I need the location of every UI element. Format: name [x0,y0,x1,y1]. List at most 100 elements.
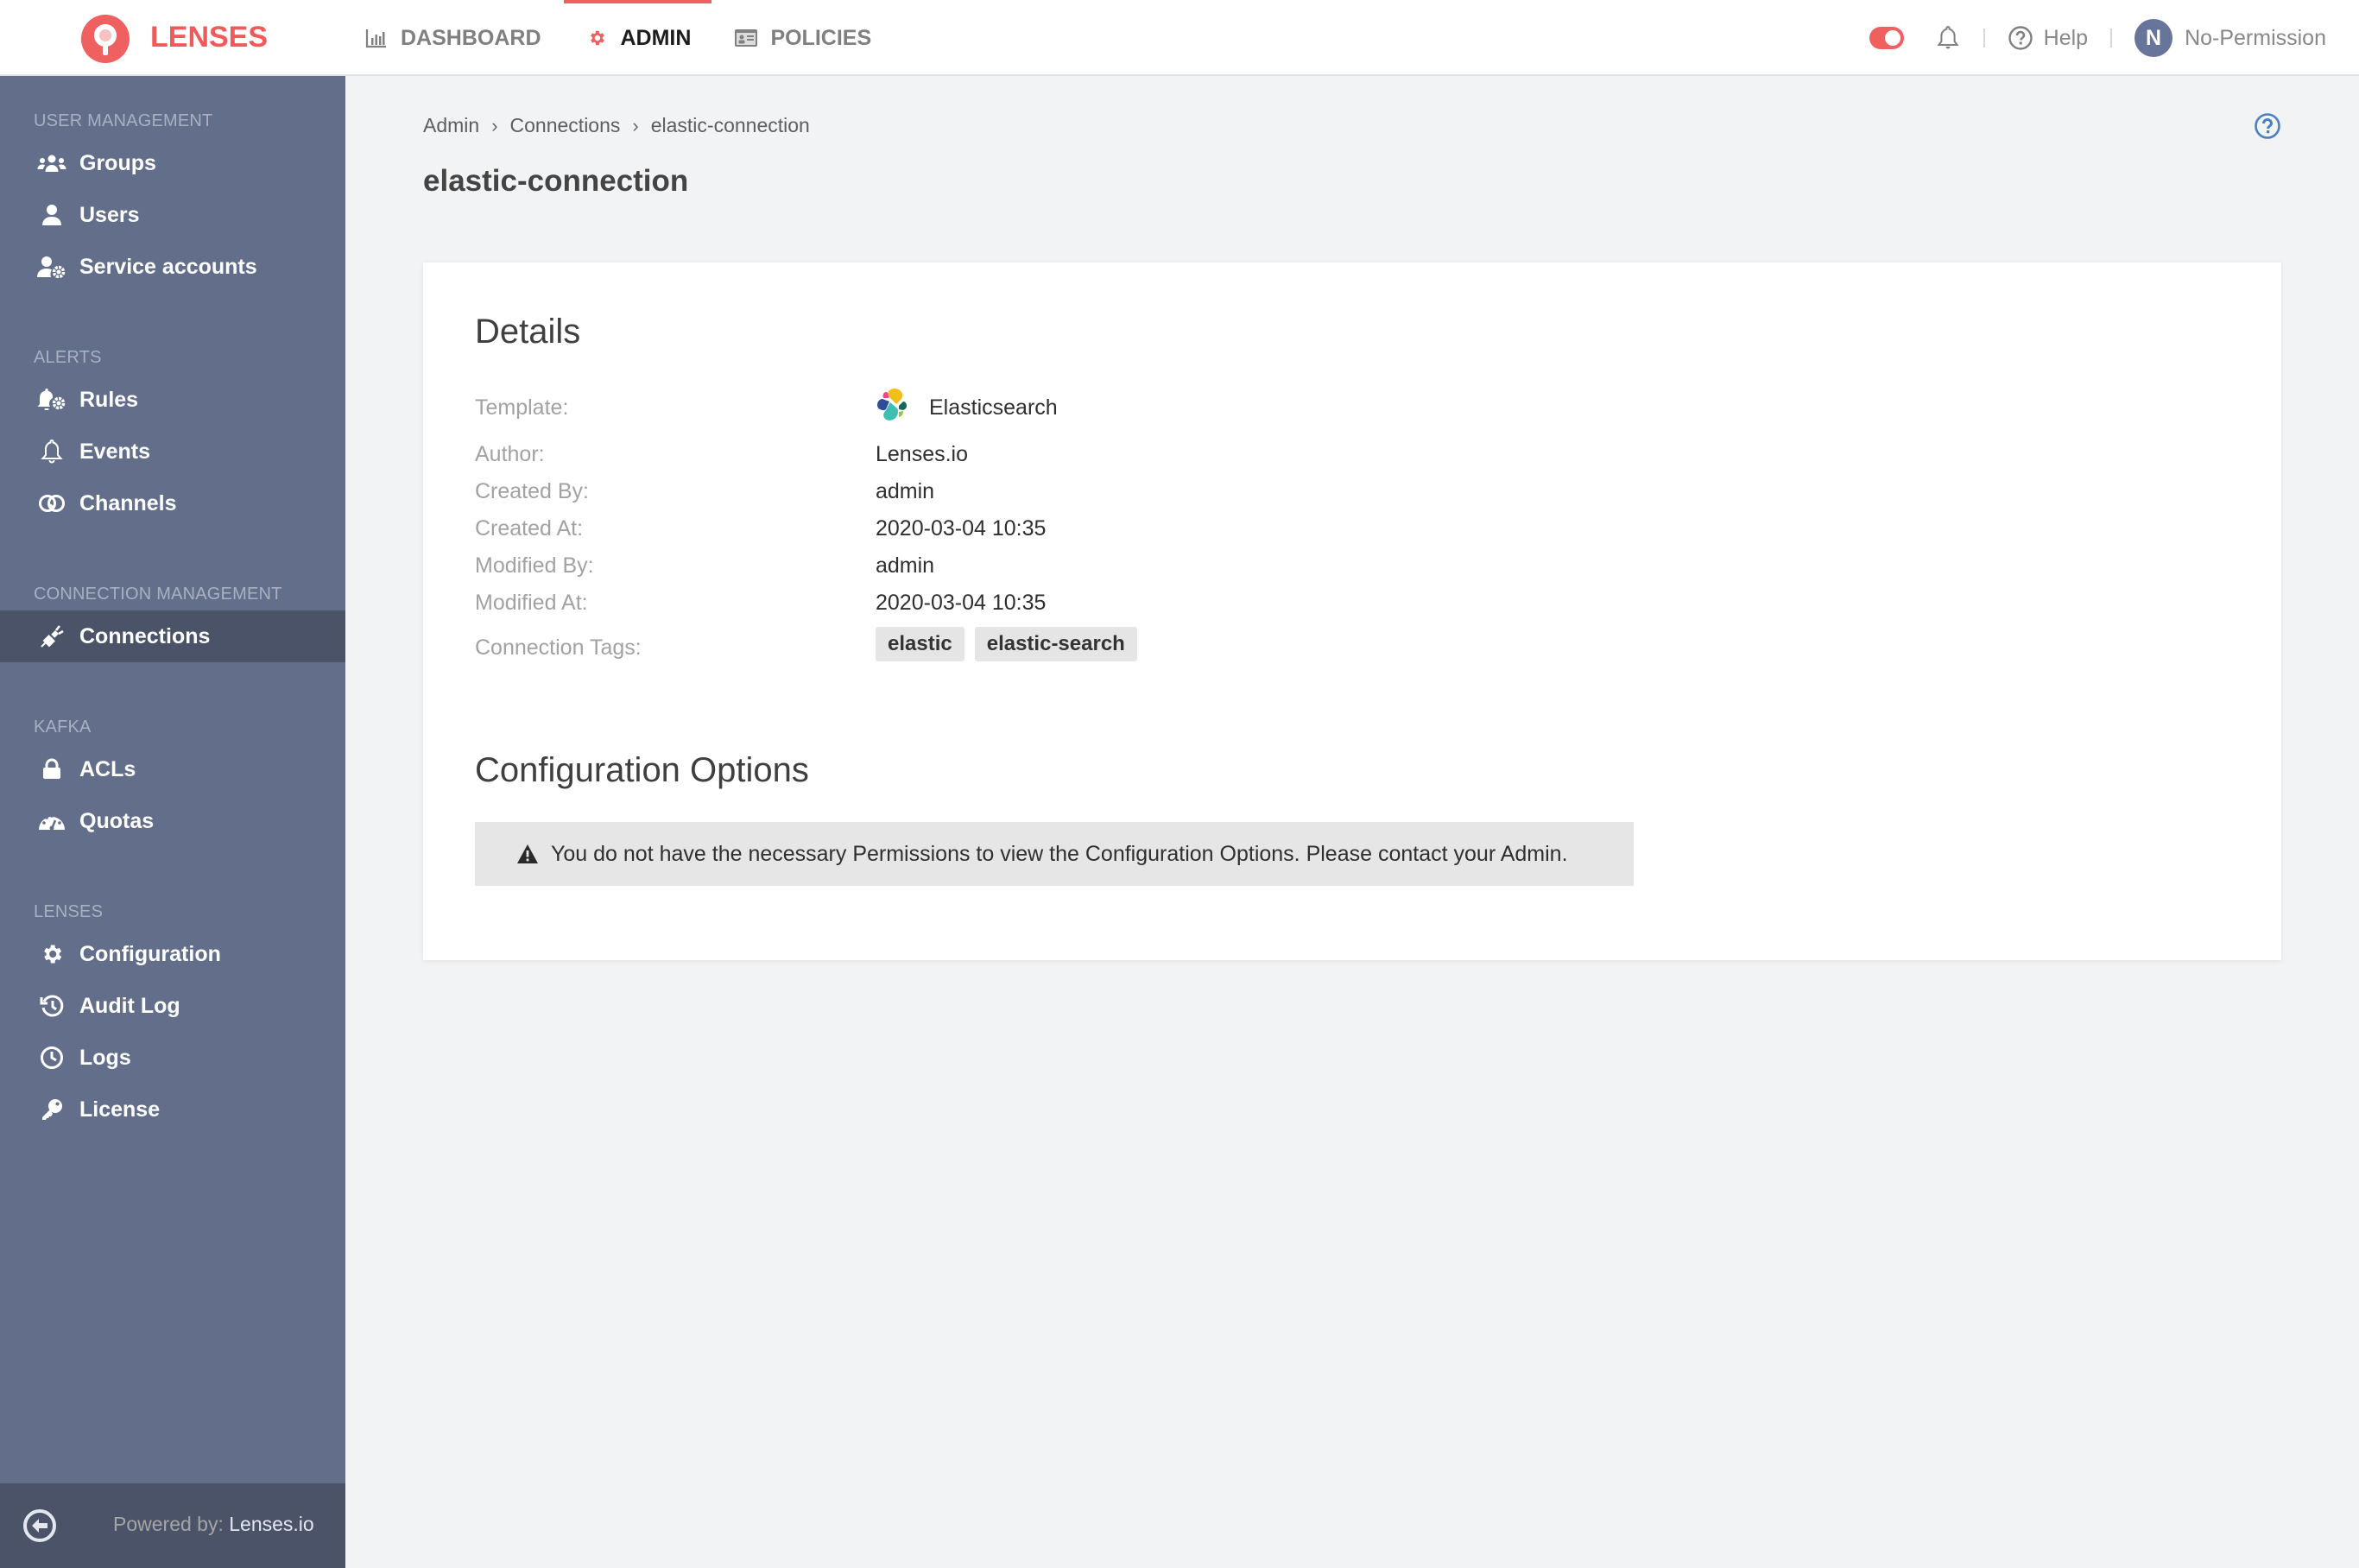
sidebar-item-connections[interactable]: Connections [0,610,345,662]
detail-label: Created By: [475,478,590,503]
sidebar-item-channels[interactable]: Channels [0,477,345,529]
user-icon [36,199,67,231]
nav-admin-label: ADMIN [620,25,692,50]
bell-icon [36,436,67,467]
nav-dashboard[interactable]: DASHBOARD [364,0,541,76]
detail-value: 2020-03-04 10:35 [876,515,1047,541]
warning-icon [517,844,538,863]
sidebar-item-quotas[interactable]: Quotas [0,795,345,847]
sidebar-item-license[interactable]: License [0,1084,345,1135]
template-name: Elasticsearch [929,395,1058,420]
powered-by-name[interactable]: Lenses.io [229,1513,313,1535]
divider [2110,28,2113,47]
breadcrumb-connections[interactable]: Connections [510,114,621,137]
id-card-icon [734,26,758,50]
question-circle-icon[interactable] [2254,112,2281,140]
user-menu[interactable]: N No-Permission [2134,19,2326,57]
tag-chip[interactable]: elastic-search [974,627,1137,661]
top-header: LENSES DASHBOARD ADMIN POLICIES Help N N… [0,0,2359,76]
connection-details-card: Details Template: Elasticsearch Author: … [423,262,2281,960]
sidebar-item-label: Quotas [79,808,155,833]
sidebar-item-logs[interactable]: Logs [0,1032,345,1084]
sidebar-item-configuration[interactable]: Configuration [0,928,345,980]
detail-row-author: Author: Lenses.io [475,437,968,471]
sidebar-item-service-accounts[interactable]: Service accounts [0,241,345,293]
detail-label: Author: [475,441,545,466]
detail-row-modified-by: Modified By: admin [475,548,934,583]
sidebar-section-title: LENSES [34,902,104,921]
sidebar-item-label: Users [79,202,140,227]
detail-row-created-by: Created By: admin [475,474,934,509]
detail-value: 2020-03-04 10:35 [876,590,1047,615]
sidebar-item-label: Rules [79,387,139,412]
help-label: Help [2043,25,2089,50]
config-heading: Configuration Options [475,751,809,789]
nav-policies-label: POLICIES [770,25,872,50]
sidebar-section-kafka: KAFKA ACLs Quotas [0,712,345,847]
sidebar-section-title: USER MANAGEMENT [34,111,213,130]
sidebar-item-acls[interactable]: ACLs [0,743,345,795]
detail-value: admin [876,478,935,503]
sidebar-item-users[interactable]: Users [0,189,345,241]
sidebar-item-label: Configuration [79,941,221,966]
avatar: N [2134,19,2173,57]
gauge-icon [36,806,67,837]
details-heading: Details [475,313,581,351]
detail-row-template: Template: Elasticsearch [475,389,1058,425]
sidebar-footer: Powered by: Lenses.io [0,1483,345,1568]
bar-chart-icon [364,26,389,50]
sidebar-item-label: Service accounts [79,254,257,279]
detail-value: Lenses.io [876,441,969,466]
sidebar-section-title: KAFKA [34,718,92,737]
key-icon [36,1094,67,1125]
history-icon [36,990,67,1021]
clock-icon [36,1042,67,1073]
detail-row-created-at: Created At: 2020-03-04 10:35 [475,511,1046,546]
elasticsearch-logo-icon [877,389,907,420]
nav-admin[interactable]: ADMIN [563,0,712,76]
tag-chip[interactable]: elastic [876,627,964,661]
detail-label: Template: [475,395,569,420]
user-gear-icon [36,251,67,282]
collapse-sidebar-icon[interactable] [22,1508,57,1543]
sidebar-item-label: Logs [79,1045,131,1070]
page-title: elastic-connection [423,164,689,198]
powered-by: Powered by: Lenses.io [113,1513,314,1536]
breadcrumb: Admin › Connections › elastic-connection [423,114,810,137]
sidebar-item-label: Audit Log [79,993,180,1018]
user-name: No-Permission [2185,25,2326,50]
permission-alert-text: You do not have the necessary Permission… [551,841,1568,866]
question-circle-icon [2008,26,2033,50]
nav-policies[interactable]: POLICIES [734,0,871,76]
detail-label: Modified By: [475,553,594,578]
breadcrumb-admin[interactable]: Admin [423,114,479,137]
users-icon [36,148,67,179]
detail-label: Created At: [475,515,584,541]
bell-icon[interactable] [1935,24,1961,52]
theme-toggle[interactable] [1869,27,1904,49]
detail-label: Connection Tags: [475,635,642,660]
sidebar-item-events[interactable]: Events [0,426,345,477]
help-link[interactable]: Help [2008,25,2088,51]
sidebar-section-title: CONNECTION MANAGEMENT [34,585,282,604]
gear-icon [585,26,609,50]
sidebar-section-title: ALERTS [34,348,102,367]
sidebar-item-label: License [79,1097,161,1122]
gear-icon [36,939,67,970]
sidebar-item-rules[interactable]: Rules [0,374,345,426]
sidebar: USER MANAGEMENT Groups Users Service acc… [0,76,345,1568]
sidebar-item-label: Connections [79,623,211,648]
channels-icon [36,488,67,519]
detail-row-modified-at: Modified At: 2020-03-04 10:35 [475,585,1046,620]
sidebar-item-groups[interactable]: Groups [0,137,345,189]
detail-label: Modified At: [475,590,588,615]
nav-dashboard-label: DASHBOARD [401,25,541,50]
sidebar-item-audit-log[interactable]: Audit Log [0,980,345,1032]
chevron-right-icon: › [491,114,498,136]
main-nav: DASHBOARD ADMIN POLICIES [364,0,914,76]
lenses-logo-icon[interactable] [81,15,130,63]
brand-name[interactable]: LENSES [150,21,268,54]
sidebar-section-alerts: ALERTS Rules Events Channels [0,343,345,529]
chevron-right-icon: › [632,114,639,136]
permission-alert: You do not have the necessary Permission… [475,822,1634,886]
